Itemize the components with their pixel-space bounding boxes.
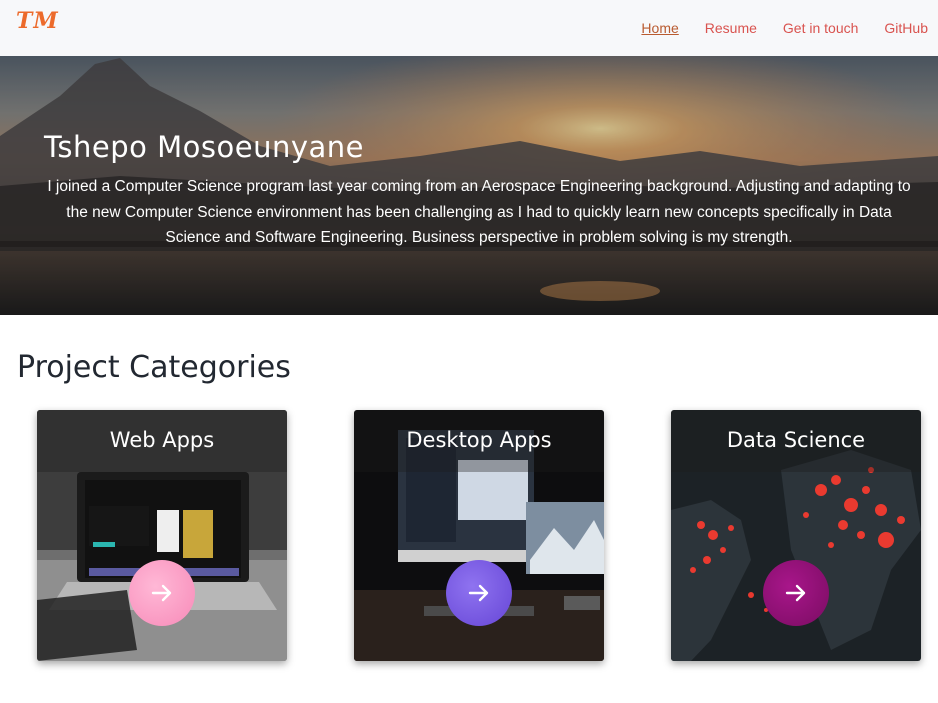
nav-link-resume[interactable]: Resume [705, 20, 757, 36]
desktop-apps-arrow-button[interactable] [446, 560, 512, 626]
card-title: Web Apps [109, 428, 215, 452]
project-categories-heading: Project Categories [17, 350, 291, 385]
card-web-apps[interactable]: Web Apps [37, 410, 287, 661]
navbar: TM Home Resume Get in touch GitHub [0, 0, 938, 56]
hero-bio-line: Science and Software Engineering. Busine… [165, 229, 793, 246]
card-desktop-apps[interactable]: Desktop Apps [354, 410, 604, 661]
nav-link-get-in-touch[interactable]: Get in touch [783, 20, 859, 36]
hero-bio: I joined a Computer Science program last… [40, 174, 918, 251]
arrow-right-icon [785, 584, 806, 602]
logo[interactable]: TM [16, 8, 59, 34]
arrow-right-icon [468, 584, 489, 602]
hero-bio-line: the new Computer Science environment has… [66, 203, 892, 221]
nav-link-home[interactable]: Home [641, 20, 678, 36]
hero-banner: Tshepo Mosoeunyane I joined a Computer S… [0, 56, 938, 315]
nav-links: Home Resume Get in touch GitHub [615, 0, 928, 56]
hero-name: Tshepo Mosoeunyane [44, 130, 364, 164]
nav-link-github[interactable]: GitHub [884, 20, 928, 36]
card-title: Data Science [726, 428, 866, 452]
hero-bio-line: I joined a Computer Science program last… [47, 178, 911, 195]
web-apps-arrow-button[interactable] [129, 560, 195, 626]
card-title: Desktop Apps [406, 428, 552, 452]
data-science-arrow-button[interactable] [763, 560, 829, 626]
arrow-right-icon [151, 584, 172, 602]
card-data-science[interactable]: Data Science [671, 410, 921, 661]
